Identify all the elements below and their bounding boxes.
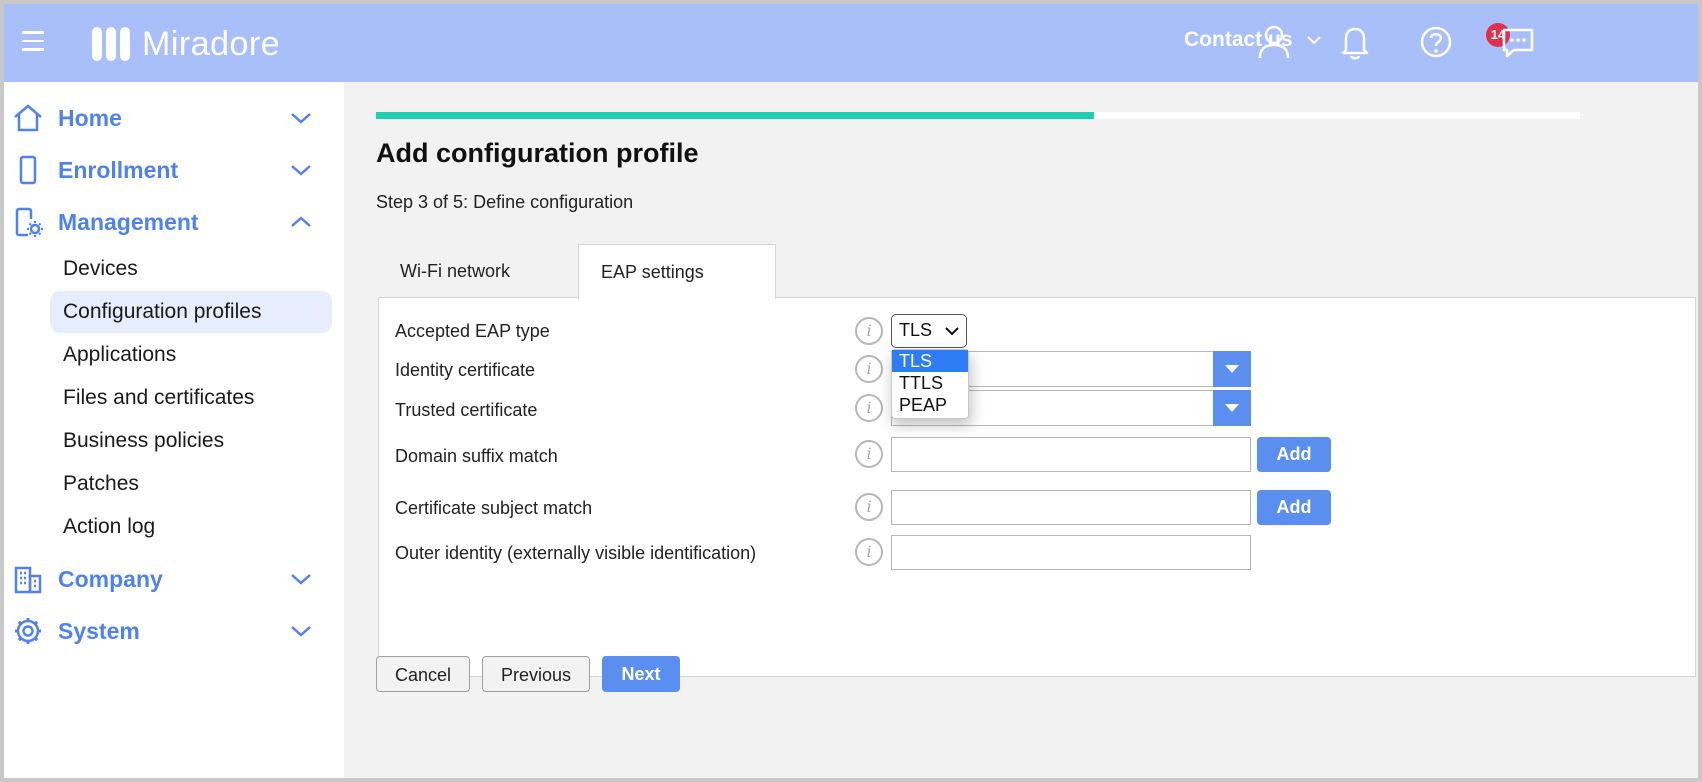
add-domain-suffix-button[interactable]: Add (1257, 437, 1331, 472)
sidebar-item-applications[interactable]: Applications (50, 334, 332, 376)
sidebar-item-system[interactable]: System (4, 609, 344, 653)
eap-type-label: Accepted EAP type (395, 321, 550, 341)
tab-wifi-network[interactable]: Wi-Fi network (376, 244, 574, 298)
sidebar-item-files-and-certificates[interactable]: Files and certificates (50, 377, 332, 419)
sidebar-item-devices[interactable]: Devices (50, 248, 332, 290)
help-icon[interactable] (1416, 22, 1456, 62)
sidebar-item-label: Files and certificates (63, 386, 255, 409)
gear-icon (15, 618, 41, 644)
main-content: Add configuration profile Step 3 of 5: D… (344, 82, 1698, 778)
info-icon[interactable]: i (855, 355, 883, 383)
info-icon[interactable]: i (855, 394, 883, 422)
chevron-down-icon (291, 165, 311, 176)
previous-button[interactable]: Previous (482, 656, 590, 692)
sidebar-item-label: Management (58, 208, 199, 235)
sidebar-item-label: Enrollment (58, 156, 179, 183)
sidebar: Home Enrollment Management Devices Confi… (4, 82, 344, 778)
caret-down-icon (1225, 404, 1239, 412)
sidebar-item-patches[interactable]: Patches (50, 463, 332, 505)
bell-icon[interactable] (1336, 22, 1376, 62)
sidebar-item-enrollment[interactable]: Enrollment (4, 148, 344, 192)
sidebar-item-label: Configuration profiles (63, 300, 262, 323)
chevron-down-icon (291, 626, 311, 637)
sidebar-item-label: Applications (63, 343, 177, 366)
sidebar-item-company[interactable]: Company (4, 557, 344, 601)
chevron-down-icon (1306, 36, 1321, 45)
logo-mark-icon (92, 27, 130, 61)
progress-step-5 (1332, 112, 1580, 119)
identity-certificate-dropdown-button[interactable] (1213, 351, 1251, 387)
top-bar: Miradore Contact us 14 (4, 4, 1698, 82)
domain-suffix-label: Domain suffix match (395, 446, 558, 466)
mobile-device-icon (19, 155, 37, 185)
sidebar-item-home[interactable]: Home (4, 96, 344, 140)
eap-option-ttls[interactable]: TTLS (892, 372, 968, 394)
info-icon[interactable]: i (855, 538, 883, 566)
chevron-down-icon (945, 327, 959, 336)
building-icon (14, 566, 42, 594)
sidebar-item-label: Company (58, 565, 163, 592)
certificate-subject-label: Certificate subject match (395, 498, 593, 518)
trusted-certificate-label: Trusted certificate (395, 400, 538, 420)
sidebar-item-business-policies[interactable]: Business policies (50, 420, 332, 462)
step-indicator: Step 3 of 5: Define configuration (376, 192, 634, 212)
trusted-certificate-dropdown-button[interactable] (1213, 390, 1251, 426)
sidebar-item-label: Home (58, 104, 122, 131)
brand-logo[interactable]: Miradore (92, 24, 280, 64)
sidebar-item-action-log[interactable]: Action log (50, 506, 332, 548)
app-window: Miradore Contact us 14 Home Enrollment M… (4, 4, 1698, 778)
brand-name: Miradore (142, 24, 281, 63)
next-button[interactable]: Next (602, 656, 680, 692)
progress-step-4 (1094, 112, 1342, 119)
sidebar-item-label: Action log (63, 515, 156, 538)
menu-icon[interactable] (22, 31, 44, 53)
sidebar-item-label: Devices (63, 257, 138, 280)
page-title: Add configuration profile (376, 138, 699, 168)
caret-down-icon (1225, 365, 1239, 373)
identity-certificate-label: Identity certificate (395, 360, 536, 380)
sidebar-item-management[interactable]: Management (4, 200, 344, 244)
tab-eap-settings[interactable]: EAP settings (578, 244, 776, 299)
info-icon[interactable]: i (855, 493, 883, 521)
eap-settings-panel: Accepted EAP type i TLS TLS TTLS PEAP Id… (378, 297, 1696, 677)
contact-us-menu[interactable]: Contact us (1184, 28, 1321, 52)
eap-type-dropdown: TLS TTLS PEAP (891, 349, 969, 419)
outer-identity-label: Outer identity (externally visible ident… (395, 543, 757, 563)
chevron-up-icon (291, 216, 311, 227)
info-icon[interactable]: i (855, 317, 883, 345)
progress-step-1 (376, 112, 624, 119)
add-certificate-subject-button[interactable]: Add (1257, 490, 1331, 525)
sidebar-item-label: Patches (63, 472, 139, 495)
user-icon[interactable] (1254, 22, 1294, 62)
home-icon (14, 104, 42, 132)
sidebar-item-label: Business policies (63, 429, 225, 452)
tab-label: Wi-Fi network (400, 260, 511, 281)
certificate-subject-input[interactable] (891, 490, 1251, 525)
outer-identity-input[interactable] (891, 535, 1251, 570)
device-settings-icon (15, 207, 43, 237)
eap-option-peap[interactable]: PEAP (892, 394, 968, 416)
domain-suffix-input[interactable] (891, 437, 1251, 472)
info-icon[interactable]: i (855, 440, 883, 468)
tab-label: EAP settings (601, 261, 704, 282)
chevron-down-icon (291, 574, 311, 585)
eap-type-select[interactable]: TLS (891, 314, 967, 348)
progress-step-3 (855, 112, 1103, 119)
sidebar-item-label: System (58, 617, 140, 644)
chat-icon[interactable] (1498, 22, 1538, 62)
eap-type-value: TLS (899, 320, 933, 340)
cancel-button[interactable]: Cancel (376, 656, 470, 692)
eap-option-tls[interactable]: TLS (892, 350, 968, 372)
sidebar-item-configuration-profiles[interactable]: Configuration profiles (50, 291, 332, 333)
chevron-down-icon (291, 113, 311, 124)
progress-step-2 (615, 112, 863, 119)
